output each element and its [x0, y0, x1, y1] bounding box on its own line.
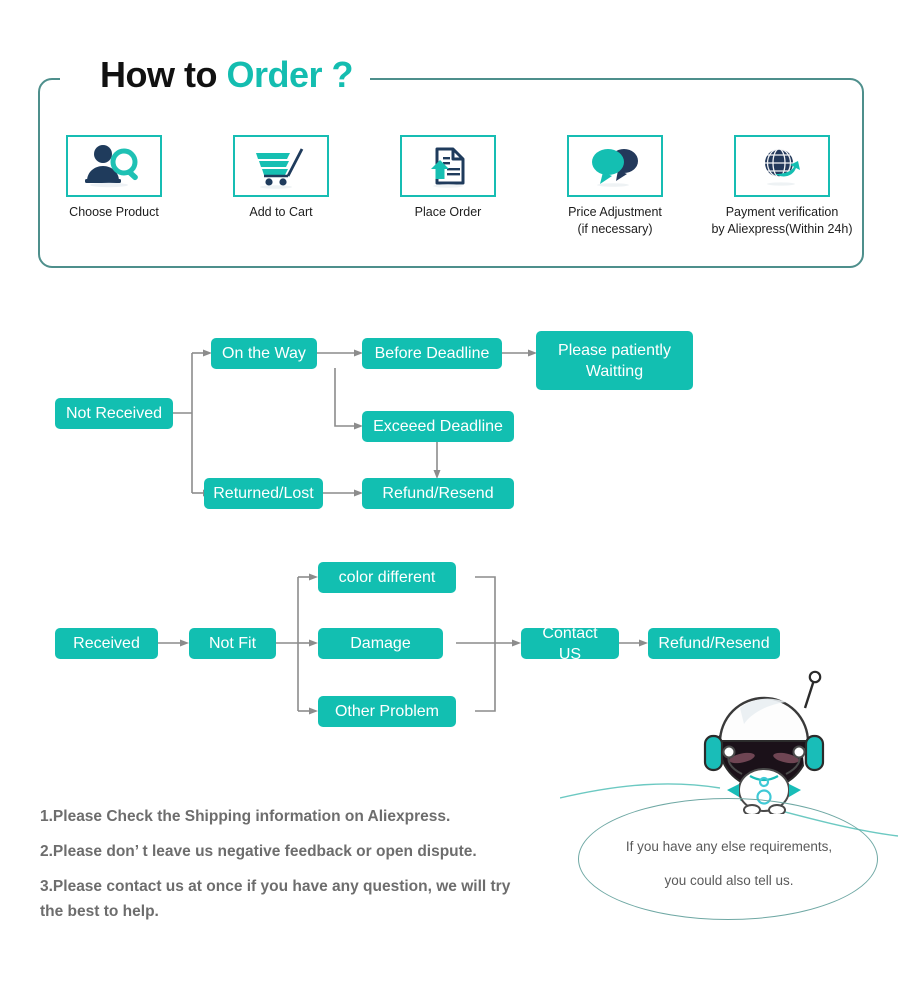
note-line-1: 1.Please Check the Shipping information …: [40, 808, 451, 825]
astronaut-mascot-icon: [703, 670, 825, 814]
node-damage[interactable]: Damage: [318, 628, 443, 659]
note-line-4: the best to help.: [40, 903, 159, 920]
flow-received-connectors: [158, 573, 648, 715]
node-not-fit[interactable]: Not Fit: [189, 628, 276, 659]
requirements-bubble-text: If you have any else requirements, you c…: [598, 830, 860, 898]
node-other-problem[interactable]: Other Problem: [318, 696, 456, 727]
node-refund-resend-2[interactable]: Refund/Resend: [648, 628, 780, 659]
page-root: How to Order ? Choose Product Add to Car…: [0, 0, 900, 1000]
bubble-line-1: If you have any else requirements,: [625, 839, 833, 854]
bubble-line-2: you could also tell us.: [664, 873, 794, 888]
note-line-3: 3.Please contact us at once if you have …: [40, 878, 511, 895]
node-received[interactable]: Received: [55, 628, 158, 659]
node-contact-us[interactable]: Contact US: [521, 625, 619, 663]
note-line-2: 2.Please don’ t leave us negative feedba…: [40, 843, 477, 860]
node-color-different[interactable]: color different: [318, 562, 456, 593]
footer-notes: 1.Please Check the Shipping information …: [40, 806, 600, 936]
